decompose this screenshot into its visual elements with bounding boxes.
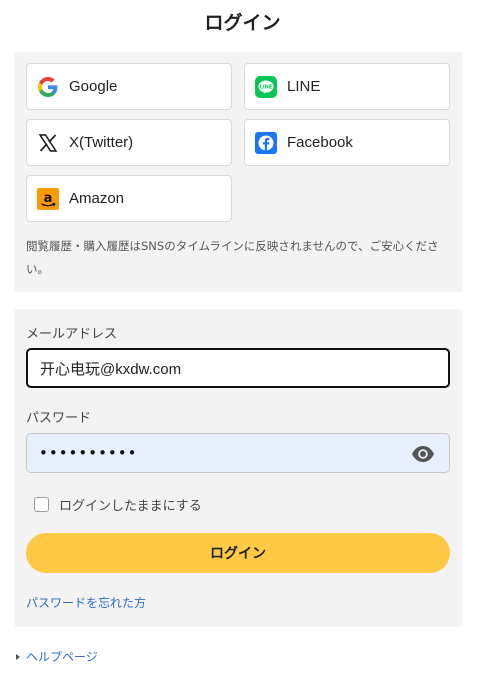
email-login-panel: メールアドレス 开心电玩@kxdw.com パスワード •••••••••• ロ… <box>14 309 462 627</box>
password-input[interactable]: •••••••••• <box>26 433 450 473</box>
eye-icon[interactable] <box>411 444 435 464</box>
email-label: メールアドレス <box>26 327 118 342</box>
sns-notice-text: 閲覧履歴・購入履歴はSNSのタイムラインに反映されませんので、ご安心ください。 <box>26 239 439 276</box>
help-page-label: ヘルプページ <box>26 650 98 664</box>
x-twitter-login-button[interactable]: X(Twitter) <box>26 119 232 166</box>
social-login-panel: Google LINE LINE X(Twitter) Facebook a A… <box>14 52 462 292</box>
line-login-button[interactable]: LINE LINE <box>244 63 450 110</box>
facebook-label: Facebook <box>287 134 353 151</box>
remember-checkbox[interactable] <box>34 497 49 512</box>
remember-me[interactable]: ログインしたままにする <box>34 495 202 514</box>
login-button[interactable]: ログイン <box>26 533 450 573</box>
svg-text:LINE: LINE <box>260 84 273 90</box>
page-title: ログイン <box>204 12 281 34</box>
x-twitter-icon <box>37 132 59 154</box>
facebook-login-button[interactable]: Facebook <box>244 119 450 166</box>
password-input-value: •••••••••• <box>39 444 138 462</box>
x-twitter-label: X(Twitter) <box>69 134 134 151</box>
google-login-button[interactable]: Google <box>26 63 232 110</box>
email-input-value: 开心电玩@kxdw.com <box>40 360 182 378</box>
google-icon <box>37 76 59 98</box>
line-icon: LINE <box>255 75 277 98</box>
amazon-login-button[interactable]: a Amazon <box>26 175 232 222</box>
svg-text:a: a <box>44 191 53 206</box>
remember-label: ログインしたままにする <box>59 499 202 514</box>
triangle-right-icon <box>16 653 20 660</box>
password-label: パスワード <box>26 411 92 426</box>
amazon-label: Amazon <box>69 190 125 207</box>
google-label: Google <box>69 78 118 95</box>
forgot-password-link[interactable]: パスワードを忘れた方 <box>26 594 146 611</box>
help-page-link[interactable]: ヘルプページ <box>16 648 98 665</box>
facebook-icon <box>255 131 277 154</box>
line-label: LINE <box>287 78 321 95</box>
amazon-icon: a <box>37 187 59 210</box>
email-input[interactable]: 开心电玩@kxdw.com <box>26 348 450 388</box>
